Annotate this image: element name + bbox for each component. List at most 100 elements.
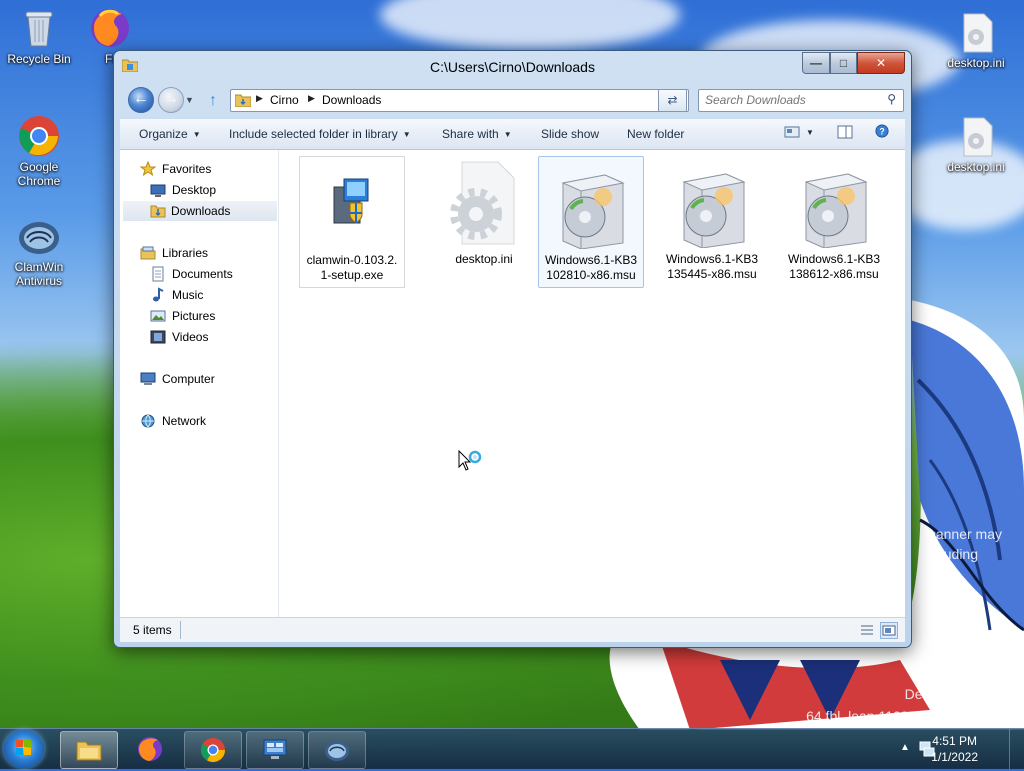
- desktop-icon-desktop-ini[interactable]: desktop.ini: [940, 114, 1012, 174]
- navigation-bar: ← → ▼ ↑ ▶ Cirno ▶ Downloads ▼ ⇄ ⚲: [114, 83, 911, 115]
- desktop-icon: [150, 184, 166, 197]
- file-item[interactable]: Windows6.1-KB3 135445-x86.msu: [660, 156, 764, 286]
- chrome-icon: [17, 114, 61, 158]
- nav-label: Downloads: [171, 204, 231, 218]
- chevron-right-icon: ▶: [256, 93, 263, 103]
- taskbar-firefox[interactable]: [122, 731, 178, 767]
- file-name-line: 135445-x86.msu: [667, 267, 757, 281]
- maximize-button[interactable]: □: [830, 52, 857, 74]
- desktop-icon-chrome[interactable]: Google Chrome: [3, 114, 75, 188]
- up-button[interactable]: ↑: [209, 92, 217, 110]
- file-item[interactable]: Windows6.1-KB3 138612-x86.msu: [782, 156, 886, 286]
- cloud: [380, 0, 680, 50]
- nav-label: Network: [162, 414, 207, 428]
- help-icon[interactable]: ?: [874, 124, 890, 138]
- desktop-icon-desktop-ini[interactable]: desktop.ini: [940, 10, 1012, 70]
- nav-videos[interactable]: Videos: [150, 327, 270, 347]
- search-input[interactable]: [705, 93, 875, 107]
- recent-pages-dropdown[interactable]: ▼: [185, 95, 194, 105]
- arrow-right-icon: →: [163, 90, 179, 107]
- nav-libraries[interactable]: Libraries: [140, 243, 270, 263]
- nav-network[interactable]: Network: [140, 411, 270, 431]
- music-icon: [153, 287, 164, 302]
- taskbar-chrome[interactable]: [184, 731, 242, 769]
- recycle-bin-icon: [17, 6, 61, 50]
- pictures-icon: [150, 310, 166, 322]
- item-count: 5 items: [133, 623, 172, 637]
- file-name-line: 102810-x86.msu: [546, 268, 636, 282]
- clamwin-icon: [17, 214, 61, 258]
- remote-desktop-icon: [263, 739, 287, 759]
- share-with-menu[interactable]: Share with ▼: [442, 127, 512, 141]
- change-view-icon[interactable]: [784, 125, 800, 139]
- address-bar[interactable]: ▶ Cirno ▶ Downloads ▼: [230, 89, 689, 112]
- search-box[interactable]: ⚲: [698, 89, 904, 112]
- msu-package-icon: [786, 156, 882, 249]
- refresh-icon: ⇄: [667, 93, 678, 107]
- desktop-icon-label: Recycle Bin: [7, 52, 71, 66]
- show-desktop-button[interactable]: [1009, 729, 1024, 769]
- settings-file-icon: [436, 156, 532, 248]
- clock[interactable]: 4:51 PM 1/1/2022: [931, 733, 978, 765]
- taskbar-explorer[interactable]: [60, 731, 118, 769]
- preview-pane-icon[interactable]: [837, 125, 853, 139]
- show-hidden-icons-icon[interactable]: ▲: [900, 742, 910, 753]
- file-item[interactable]: clamwin-0.103.2. 1-setup.exe: [299, 156, 405, 288]
- nav-label: Computer: [162, 372, 215, 386]
- firefox-icon: [88, 6, 132, 50]
- nav-label: Pictures: [172, 309, 216, 323]
- breadcrumb-downloads[interactable]: Downloads: [322, 93, 381, 107]
- busy-cursor-icon: [458, 450, 482, 471]
- file-name-line: 138612-x86.msu: [789, 267, 879, 281]
- nav-music[interactable]: Music: [150, 285, 270, 305]
- new-folder-button[interactable]: New folder: [627, 127, 684, 141]
- network-icon: [141, 414, 155, 428]
- taskbar-remote-desktop[interactable]: [246, 731, 304, 769]
- organize-label: Organize: [139, 127, 188, 141]
- chevron-down-icon[interactable]: ▼: [806, 128, 814, 137]
- command-bar: Organize ▼ Include selected folder in lib…: [120, 119, 905, 150]
- file-item[interactable]: desktop.ini: [432, 156, 536, 286]
- title-bar[interactable]: C:\Users\Cirno\Downloads — □ ✕: [114, 51, 911, 81]
- installer-icon: [304, 157, 400, 249]
- refresh-button[interactable]: ⇄: [658, 89, 687, 112]
- taskbar-clamwin[interactable]: [308, 731, 366, 769]
- msu-package-icon: [664, 156, 760, 249]
- file-name-line: Windows6.1-KB3: [544, 253, 638, 267]
- file-item[interactable]: Windows6.1-KB3 102810-x86.msu: [538, 156, 644, 288]
- include-in-library-menu[interactable]: Include selected folder in library ▼: [229, 127, 411, 141]
- nav-computer[interactable]: Computer: [140, 369, 270, 389]
- downloads-folder-icon: [150, 205, 166, 218]
- nav-pictures[interactable]: Pictures: [150, 306, 270, 326]
- organize-menu[interactable]: Organize ▼: [139, 127, 201, 141]
- nav-label: Favorites: [162, 162, 212, 176]
- explorer-window: C:\Users\Cirno\Downloads — □ ✕ ← → ▼ ↑ ▶…: [113, 50, 912, 648]
- explorer-icon: [76, 741, 102, 761]
- nav-documents[interactable]: Documents: [150, 264, 270, 284]
- slide-show-button[interactable]: Slide show: [541, 127, 599, 141]
- settings-file-icon: [954, 10, 998, 54]
- nav-desktop[interactable]: Desktop: [150, 180, 270, 200]
- arrow-left-icon: ←: [133, 90, 149, 107]
- large-icons-view-icon[interactable]: [880, 622, 898, 639]
- desktop-icon-clamwin[interactable]: ClamWin Antivirus: [3, 214, 75, 288]
- taskbar: ▲ 4:51 PM 1/1/2022: [0, 728, 1024, 769]
- nav-favorites[interactable]: Favorites: [140, 159, 270, 179]
- search-icon[interactable]: ⚲: [887, 92, 896, 106]
- status-divider: [180, 621, 181, 639]
- back-button[interactable]: ←: [128, 87, 154, 113]
- file-name: desktop.ini: [432, 252, 536, 267]
- watermark-line: o, and: [925, 606, 964, 622]
- computer-icon: [140, 372, 156, 385]
- desktop-icon-recycle-bin[interactable]: Recycle Bin: [3, 6, 75, 66]
- firefox-icon: [138, 737, 162, 761]
- nav-downloads[interactable]: Downloads: [123, 201, 277, 221]
- breadcrumb-cirno[interactable]: Cirno: [270, 93, 299, 107]
- file-name: Windows6.1-KB3 138612-x86.msu: [782, 252, 886, 282]
- minimize-button[interactable]: —: [802, 52, 830, 74]
- file-name-line: 1-setup.exe: [320, 268, 384, 282]
- details-view-icon[interactable]: [858, 622, 876, 639]
- forward-button[interactable]: →: [158, 87, 184, 113]
- start-button[interactable]: [4, 730, 44, 768]
- close-button[interactable]: ✕: [857, 52, 905, 74]
